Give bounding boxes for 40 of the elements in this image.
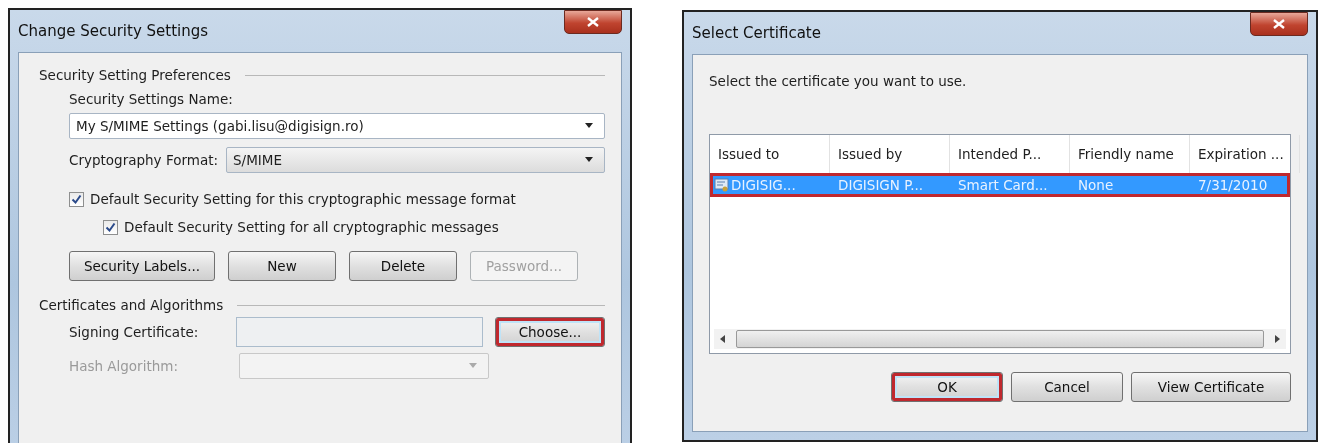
table-cell: Smart Card... [958,177,1048,193]
left-arrow-icon[interactable] [720,335,726,343]
table-cell: DIGISIG... [731,177,796,193]
window-title: Change Security Settings [18,22,209,40]
certificate-icon [714,177,730,193]
caret-icon [584,157,594,163]
scrollbar-thumb[interactable] [736,330,1264,348]
dialog-button[interactable]: View Certificate [1131,372,1291,402]
choose-button[interactable]: Choose... [495,317,605,347]
close-icon [1273,19,1285,29]
window-title: Select Certificate [692,24,821,42]
close-button[interactable] [564,10,622,34]
table-cell: 7/31/2010 [1198,177,1268,193]
close-icon [587,17,599,27]
table-cell: DIGISIGN P... [838,177,924,193]
checkbox-label: Default Security Setting for all cryptographic messages [124,219,499,235]
horizontal-scrollbar[interactable] [714,329,1286,349]
group-heading: Security Setting Preferences [39,67,231,83]
dialog-button[interactable]: OK [891,372,1003,402]
caret-icon [584,123,594,129]
checkbox[interactable] [69,191,84,207]
field-label: Signing Certificate: [69,323,200,342]
field-label: Cryptography Format: [69,151,218,170]
signing-certificate-field[interactable] [235,317,483,347]
table-cell: None [1078,177,1114,193]
dialog-button[interactable]: Delete [349,251,457,281]
dialog-button[interactable]: New [228,251,336,281]
close-button[interactable] [1250,12,1308,36]
field-label: Security Settings Name: [69,90,234,109]
field-label: Hash Algorithm: [69,357,179,376]
dialog-button[interactable]: Security Labels... [69,251,215,281]
settings-name-dropdown[interactable]: My S/MIME Settings (gabi.lisu@digisign.ro) [69,113,605,139]
group-heading: Certificates and Algorithms [39,297,224,313]
caret-icon [468,363,478,369]
right-arrow-icon[interactable] [1274,335,1280,343]
checkbox[interactable] [103,219,118,235]
checkbox-label: Default Security Setting for this cryptographic message format [90,191,516,207]
dialog-button[interactable]: Cancel [1011,372,1123,402]
prompt-text: Select the certificate you want to use. [709,73,968,89]
format-dropdown[interactable]: S/MIME [226,147,605,173]
